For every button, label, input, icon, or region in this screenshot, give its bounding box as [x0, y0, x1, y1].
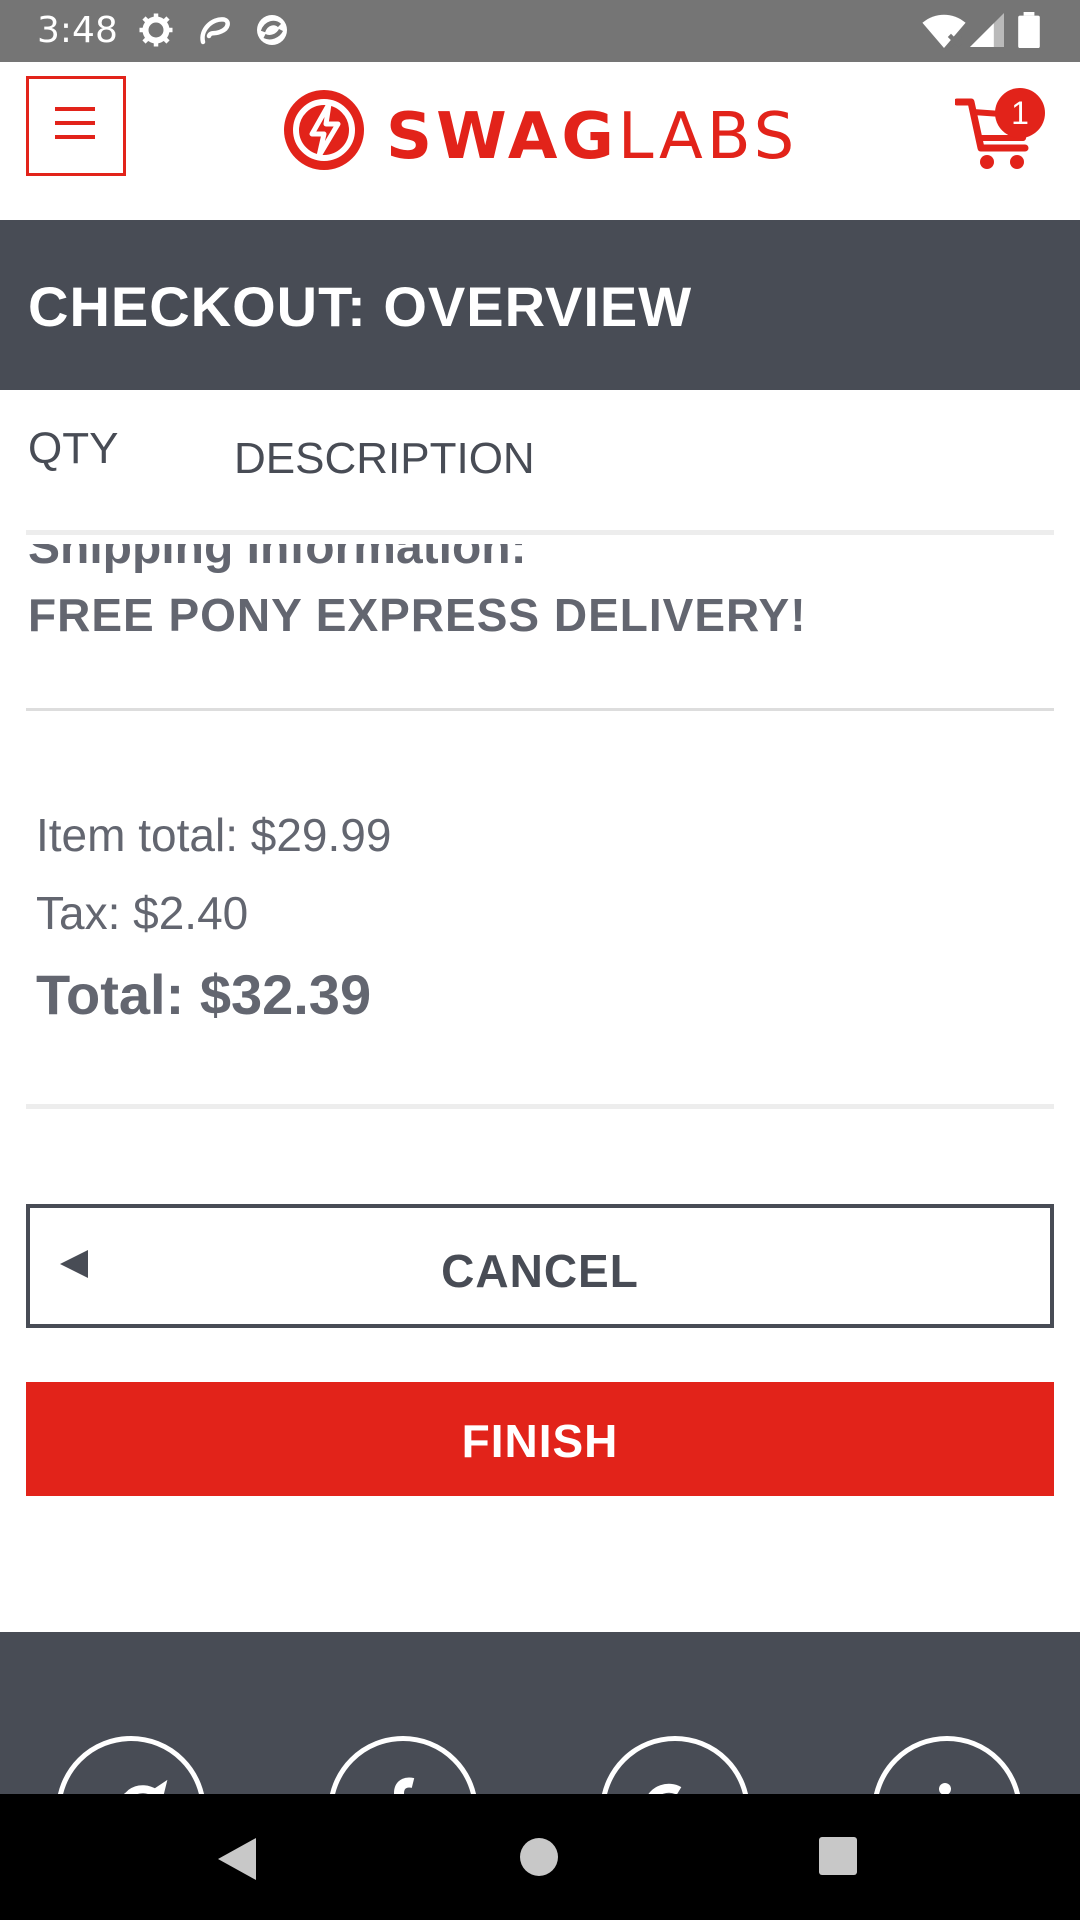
status-bar: 3:48	[0, 0, 1080, 62]
finish-button-label: FINISH	[461, 1415, 619, 1467]
twitter-glyph	[123, 1779, 168, 1794]
shipping-info-value: FREE PONY EXPRESS DELIVERY!	[28, 589, 807, 641]
divider	[26, 530, 1054, 535]
hamburger-icon	[55, 107, 95, 139]
linkedin-glyph	[939, 1783, 951, 1794]
divider	[26, 708, 1054, 711]
logo-text-light: LABS	[617, 100, 799, 174]
description-column-header: DESCRIPTION	[234, 434, 535, 483]
shipping-info-label: Shipping Information:	[28, 521, 527, 574]
cancel-button[interactable]: CANCEL	[26, 1204, 1054, 1328]
settings-icon	[139, 13, 173, 47]
status-time: 3:48	[37, 10, 118, 51]
google-plus-icon[interactable]	[600, 1736, 750, 1794]
cell-signal-icon	[970, 13, 1004, 47]
qty-column-header: QTY	[28, 424, 119, 473]
nav-back-icon[interactable]	[216, 1836, 258, 1882]
page-title: CHECKOUT: OVERVIEW	[28, 275, 693, 338]
header: SWAGLABS 1	[0, 62, 1080, 220]
finish-button[interactable]: FINISH	[26, 1382, 1054, 1496]
cart-badge: 1	[995, 88, 1045, 138]
shopping-cart-button[interactable]: 1	[955, 84, 1045, 184]
nav-home-icon[interactable]	[518, 1836, 560, 1878]
title-bar: CHECKOUT: OVERVIEW	[0, 220, 1080, 390]
menu-button[interactable]	[26, 76, 126, 176]
nav-recents-icon[interactable]	[818, 1836, 858, 1876]
item-total: Item total: $29.99	[36, 809, 392, 861]
logo-text-bold: SWAG	[386, 100, 618, 174]
total: Total: $32.39	[36, 963, 372, 1026]
cancel-button-label: CANCEL	[441, 1245, 639, 1297]
linkedin-icon[interactable]	[872, 1736, 1022, 1794]
facebook-icon[interactable]	[328, 1736, 478, 1794]
divider	[26, 1104, 1054, 1109]
bolt-logo-icon	[284, 90, 364, 170]
wifi-icon	[922, 14, 966, 48]
app-icon	[257, 15, 287, 45]
tax: Tax: $2.40	[36, 887, 249, 939]
facebook-glyph	[394, 1777, 415, 1794]
twitter-icon[interactable]	[56, 1736, 206, 1794]
footer	[0, 1632, 1080, 1794]
logo-text: SWAGLABS	[386, 100, 798, 174]
airtel-icon	[200, 17, 230, 45]
system-nav-bar	[0, 1794, 1080, 1920]
battery-icon	[1018, 12, 1040, 48]
google-glyph	[648, 1783, 682, 1794]
